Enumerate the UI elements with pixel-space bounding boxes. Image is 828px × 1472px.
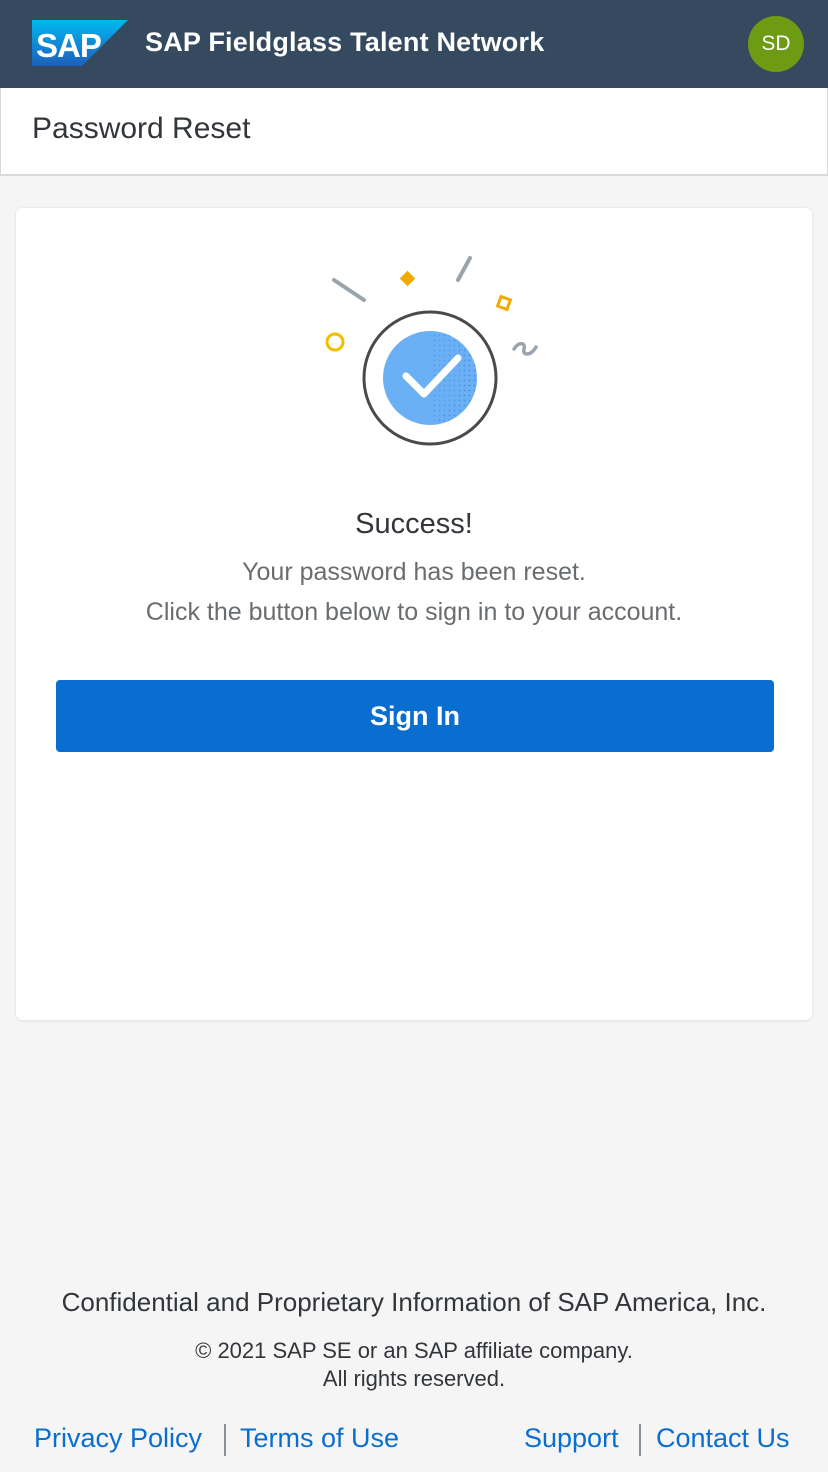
user-avatar[interactable]: SD <box>748 16 804 72</box>
app-title: SAP Fieldglass Talent Network <box>145 27 545 57</box>
terms-of-use-link[interactable]: Terms of Use <box>240 1423 399 1454</box>
shell-bar: SAP SAP Fieldglass Talent Network SD <box>0 0 828 88</box>
sign-in-instruction: Click the button below to sign in to you… <box>145 598 683 626</box>
sap-logo-text: SAP <box>36 27 101 64</box>
privacy-policy-link[interactable]: Privacy Policy <box>34 1423 202 1454</box>
footer-link-divider <box>224 1424 226 1456</box>
sign-in-button[interactable]: Sign In <box>56 680 774 752</box>
reset-message: Your password has been reset. <box>242 558 586 586</box>
success-checkmark-illustration-icon <box>325 256 538 446</box>
page-title: Password Reset <box>32 112 251 145</box>
success-title: Success! <box>355 508 473 540</box>
success-card: Success! Your password has been reset. C… <box>16 208 812 1020</box>
footer-rights: All rights reserved. <box>322 1366 506 1391</box>
page-header: Password Reset <box>0 88 828 176</box>
footer-confidential: Confidential and Proprietary Information… <box>61 1287 767 1317</box>
sap-logo[interactable]: SAP <box>32 20 128 66</box>
footer-copyright: © 2021 SAP SE or an SAP affiliate compan… <box>195 1338 633 1363</box>
footer-link-divider <box>639 1424 641 1456</box>
contact-us-link[interactable]: Contact Us <box>656 1423 790 1454</box>
support-link[interactable]: Support <box>524 1423 619 1454</box>
